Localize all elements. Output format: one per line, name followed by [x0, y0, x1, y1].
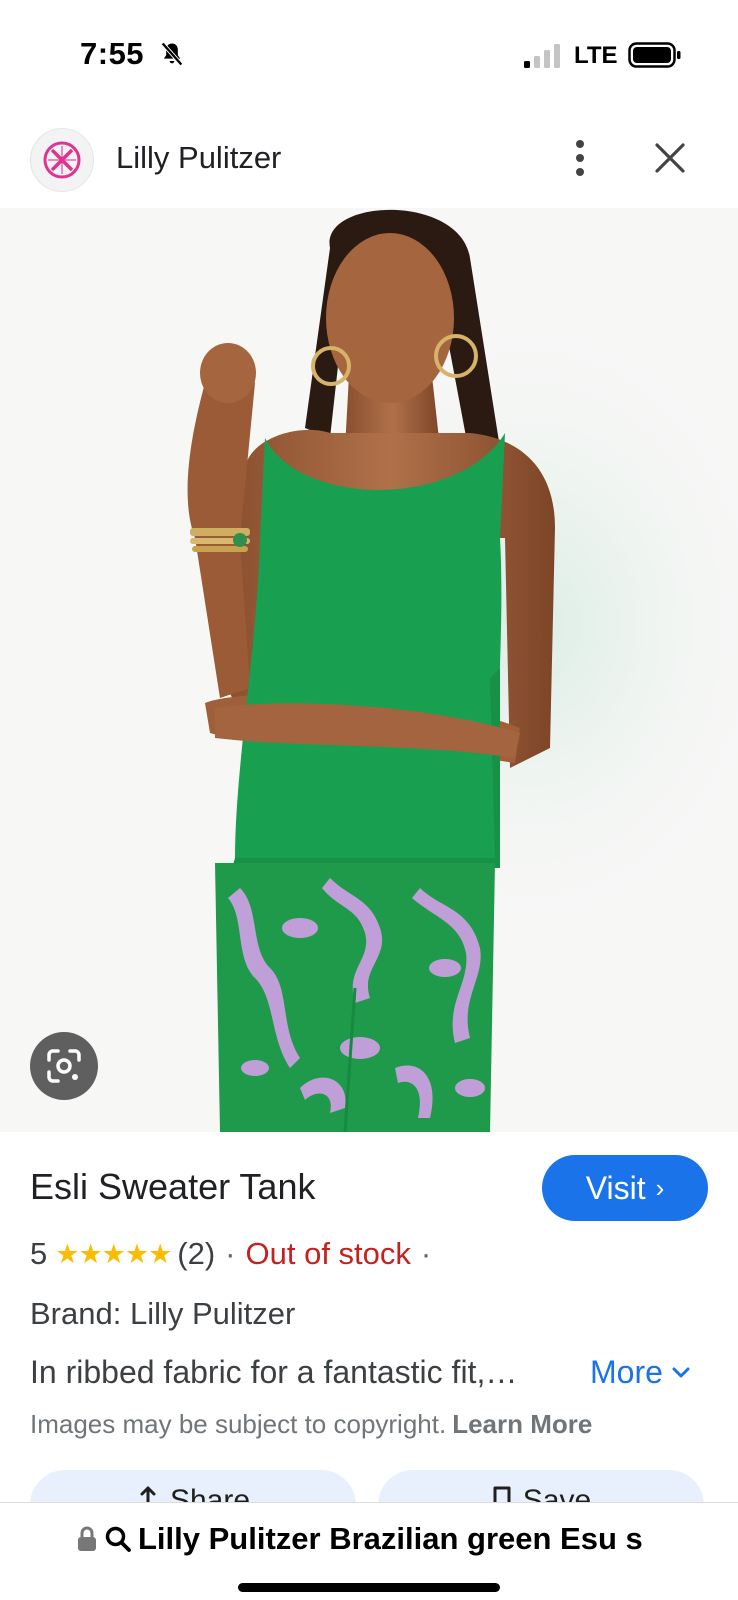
brand-line: Brand: Lilly Pulitzer [30, 1296, 296, 1331]
chevron-down-icon [672, 1367, 690, 1377]
source-header: Lilly Pulitzer [0, 118, 738, 208]
chevron-right-icon: › [655, 1172, 665, 1203]
rating-count[interactable]: (2) [177, 1236, 215, 1272]
url-text: Lilly Pulitzer Brazilian green Esu s [138, 1521, 643, 1556]
rating-row: 5 ★★★★★ (2) · Out of stock · [30, 1236, 441, 1272]
copyright-text: Images may be subject to copyright. [30, 1409, 447, 1439]
battery-icon [628, 42, 681, 68]
search-icon [105, 1526, 131, 1552]
address-bar: Lilly Pulitzer Brazilian green Esu s [0, 1502, 738, 1600]
learn-more-link[interactable]: Learn More [452, 1409, 592, 1439]
more-label: More [590, 1354, 663, 1390]
product-description: In ribbed fabric for a fantastic fit,… [30, 1354, 518, 1390]
model-photo [0, 208, 738, 1132]
lilly-pulitzer-logo-icon [43, 141, 81, 179]
visit-label: Visit [585, 1169, 646, 1206]
rating-stars-icon: ★★★★★ [55, 1238, 172, 1269]
availability-status: Out of stock [245, 1236, 411, 1271]
separator-dot: · [420, 1236, 432, 1271]
more-options-icon[interactable] [566, 136, 594, 180]
status-time: 7:55 [80, 36, 145, 71]
lens-camera-icon [47, 1049, 81, 1083]
product-image[interactable] [0, 208, 738, 1132]
visit-button[interactable]: Visit › [542, 1155, 708, 1221]
lock-icon [78, 1526, 96, 1551]
signal-icon [524, 44, 560, 68]
status-bar: 7:55 LTE [0, 0, 738, 110]
copyright-notice: Images may be subject to copyright. Learn… [30, 1409, 592, 1440]
site-logo[interactable] [30, 128, 94, 192]
close-icon[interactable] [652, 140, 688, 176]
more-link[interactable]: More [590, 1354, 691, 1391]
rating-value: 5 [30, 1236, 48, 1271]
home-indicator[interactable] [238, 1583, 500, 1592]
network-type: LTE [574, 42, 618, 69]
site-name[interactable]: Lilly Pulitzer [116, 140, 281, 176]
separator-dot: · [225, 1236, 236, 1271]
bell-muted-icon [161, 42, 183, 66]
url-field[interactable]: Lilly Pulitzer Brazilian green Esu s [76, 1521, 676, 1557]
product-title: Esli Sweater Tank [30, 1166, 316, 1207]
lens-button[interactable] [30, 1032, 98, 1100]
